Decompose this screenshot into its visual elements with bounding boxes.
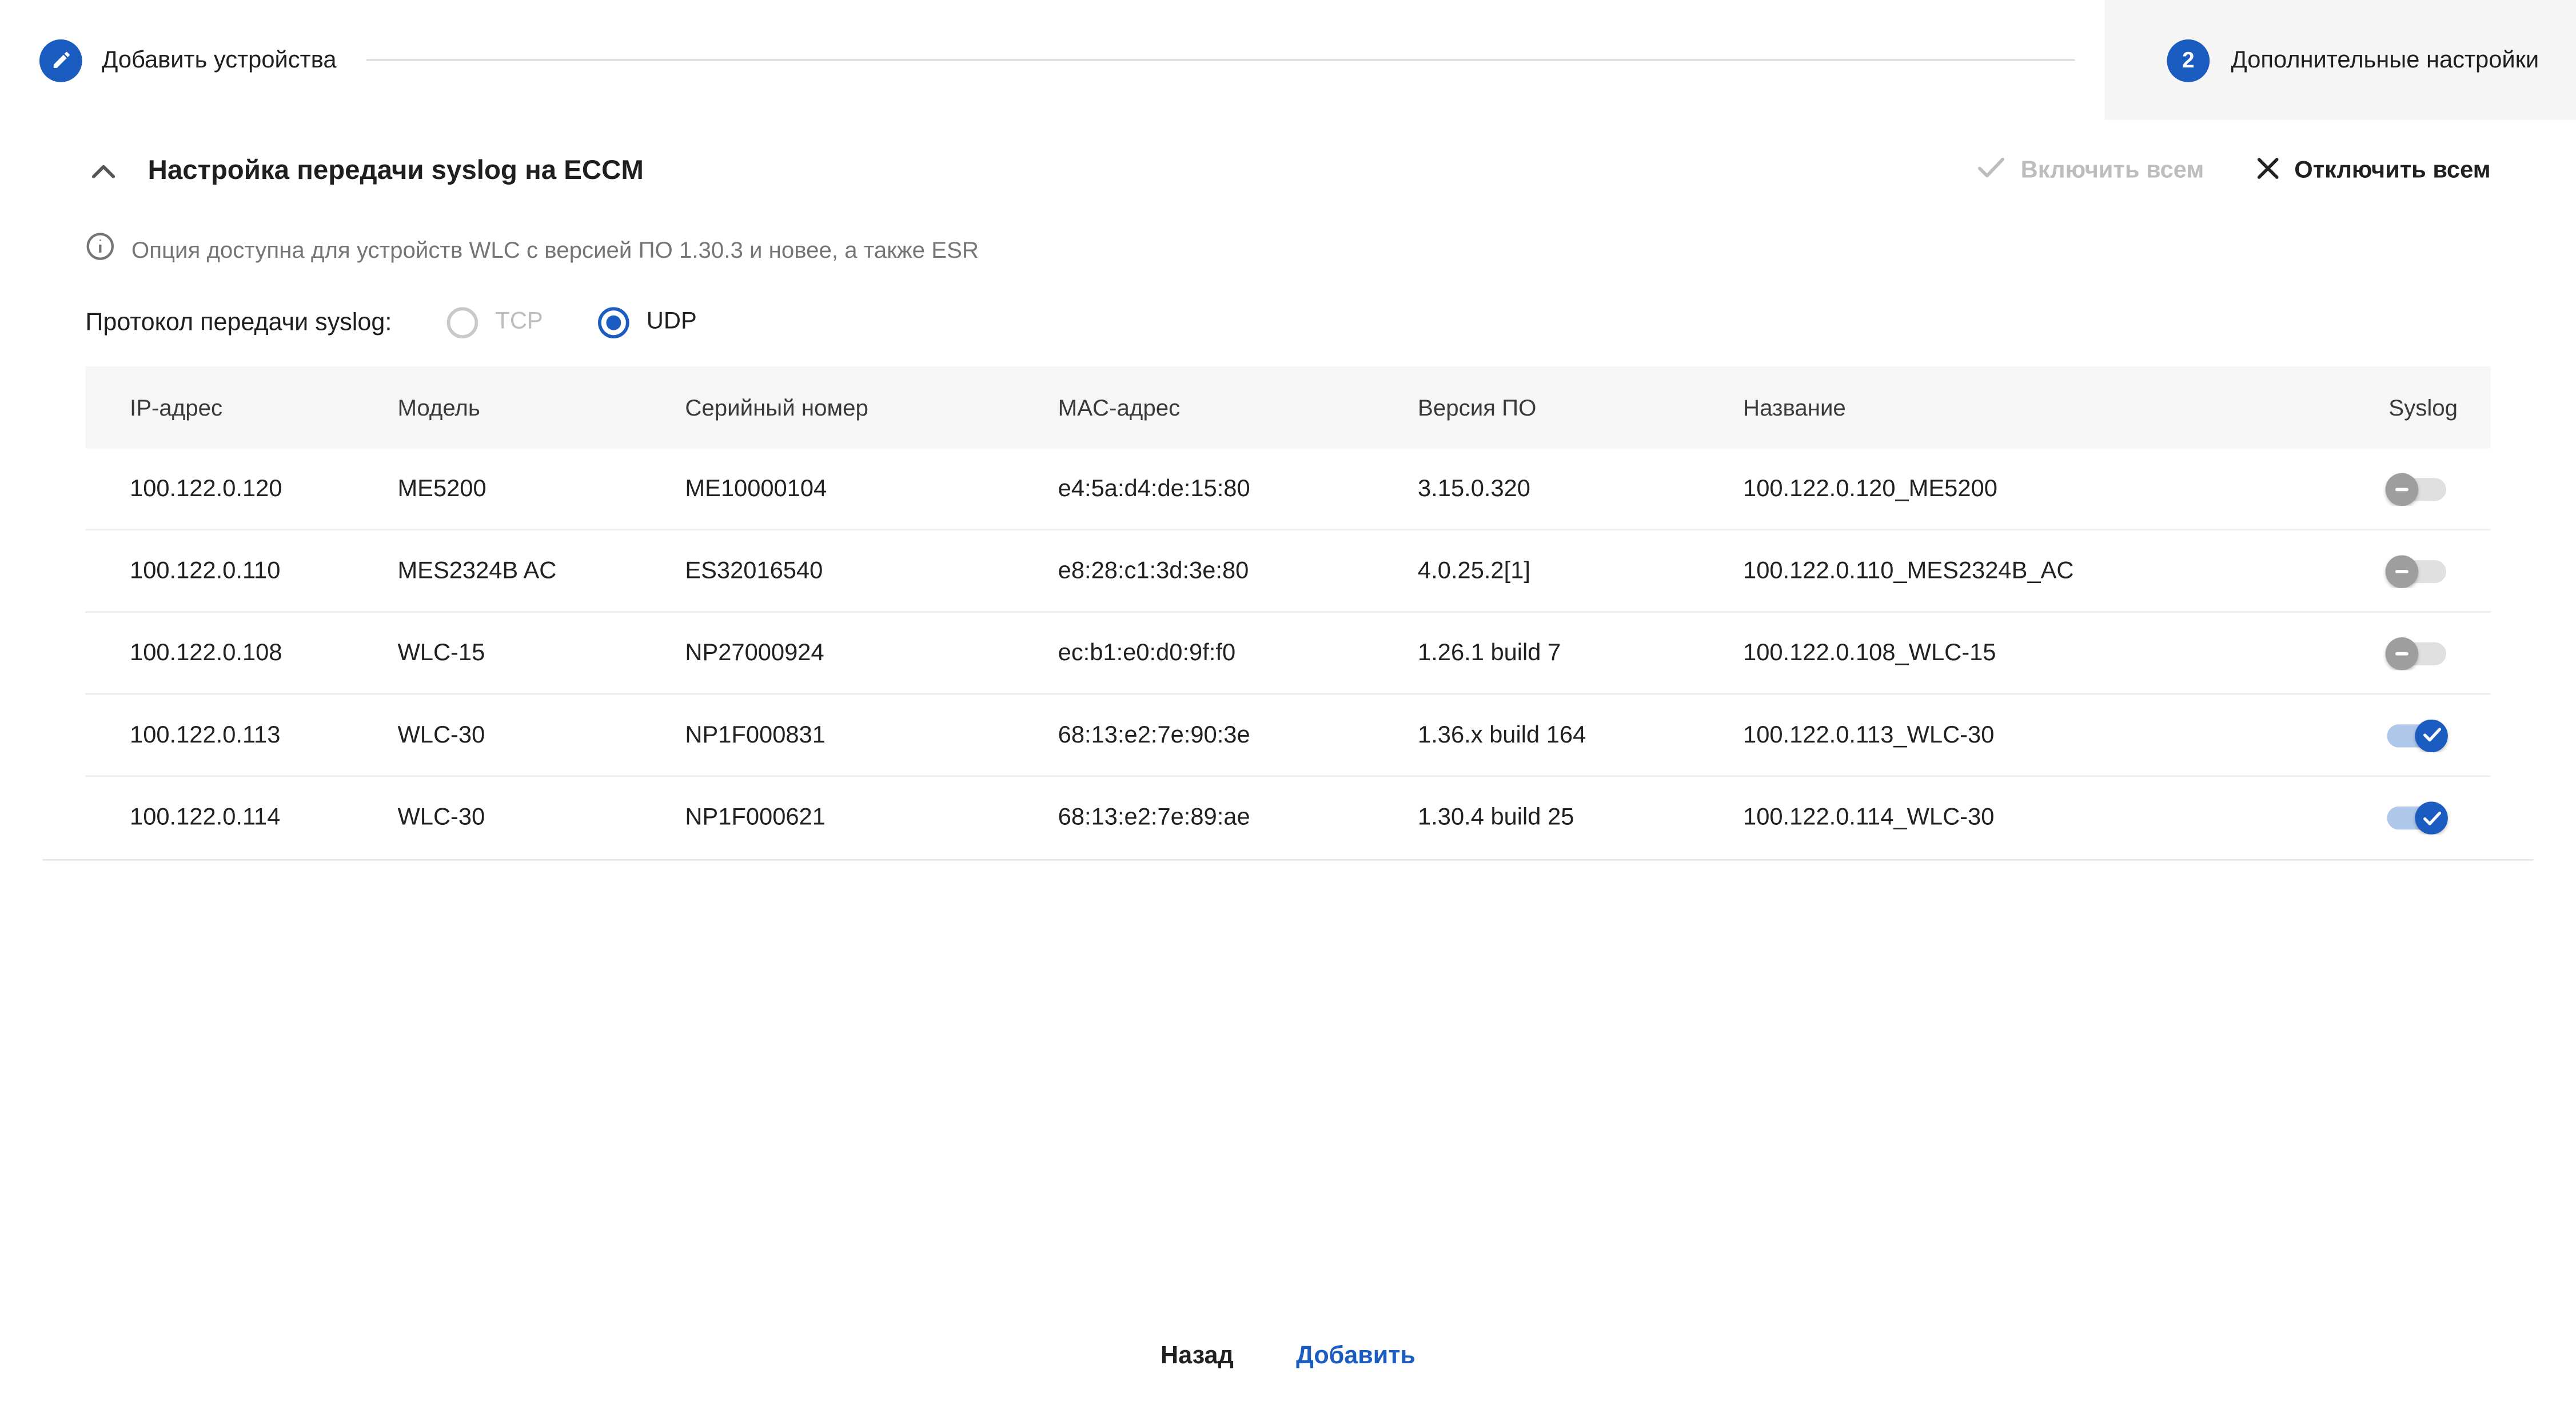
back-button[interactable]: Назад — [1161, 1342, 1234, 1370]
add-button[interactable]: Добавить — [1296, 1342, 1415, 1370]
devices-table: IP-адрес Модель Серийный номер MAC-адрес… — [85, 366, 2490, 859]
syslog-toggle[interactable] — [2386, 554, 2448, 587]
check-icon — [1978, 158, 2004, 184]
cell-serial: NP27000924 — [685, 640, 1058, 666]
section-divider — [43, 859, 2534, 861]
close-icon — [2256, 157, 2278, 185]
cell-model: WLC-15 — [397, 640, 685, 666]
header-fw: Версия ПО — [1418, 394, 1743, 421]
header-ip: IP-адрес — [85, 394, 397, 421]
table-row: 100.122.0.113 WLC-30 NP1F000831 68:13:e2… — [85, 695, 2490, 777]
radio-tcp-label: TCP — [495, 309, 543, 335]
cell-mac: ec:b1:e0:d0:9f:f0 — [1058, 640, 1418, 666]
cell-model: WLC-30 — [397, 722, 685, 748]
pencil-icon — [39, 39, 82, 82]
table-row: 100.122.0.120 ME5200 ME10000104 e4:5a:d4… — [85, 449, 2490, 531]
wizard-stepper: Добавить устройства 2 Дополнительные нас… — [0, 0, 2576, 120]
cell-ip: 100.122.0.108 — [85, 640, 397, 666]
enable-all-label: Включить всем — [2021, 158, 2204, 184]
cell-fw: 3.15.0.320 — [1418, 476, 1743, 502]
syslog-toggle[interactable] — [2386, 637, 2448, 669]
cell-mac: e8:28:c1:3d:3e:80 — [1058, 558, 1418, 584]
table-row: 100.122.0.110 MES2324B AC ES32016540 e8:… — [85, 530, 2490, 613]
syslog-toggle[interactable] — [2386, 472, 2448, 505]
cell-serial: NP1F000831 — [685, 722, 1058, 748]
wizard-footer: Назад Добавить — [0, 1342, 2576, 1370]
enable-all-button[interactable]: Включить всем — [1978, 158, 2204, 184]
section-title: Настройка передачи syslog на ECCM — [148, 155, 644, 187]
cell-name: 100.122.0.113_WLC-30 — [1743, 722, 2346, 748]
radio-udp[interactable]: UDP — [599, 306, 696, 338]
cell-serial: NP1F000621 — [685, 805, 1058, 831]
cell-model: ME5200 — [397, 476, 685, 502]
syslog-toggle[interactable] — [2386, 719, 2448, 751]
header-name: Название — [1743, 394, 2346, 421]
header-syslog: Syslog — [2346, 394, 2491, 421]
radio-udp-label: UDP — [647, 309, 697, 335]
cell-fw: 1.26.1 build 7 — [1418, 640, 1743, 666]
cell-fw: 1.36.x build 164 — [1418, 722, 1743, 748]
info-text: Опция доступна для устройств WLC с верси… — [131, 236, 979, 262]
header-serial: Серийный номер — [685, 394, 1058, 421]
step2-number-badge: 2 — [2167, 39, 2210, 82]
cell-fw: 4.0.25.2[1] — [1418, 558, 1743, 584]
radio-circle-tcp — [448, 306, 479, 338]
cell-name: 100.122.0.110_MES2324B_AC — [1743, 558, 2346, 584]
disable-all-label: Отключить всем — [2294, 158, 2490, 184]
cell-name: 100.122.0.108_WLC-15 — [1743, 640, 2346, 666]
collapse-chevron-up-icon[interactable] — [85, 157, 121, 185]
cell-mac: 68:13:e2:7e:90:3e — [1058, 722, 1418, 748]
cell-model: MES2324B AC — [397, 558, 685, 584]
header-mac: MAC-адрес — [1058, 394, 1418, 421]
cell-ip: 100.122.0.120 — [85, 476, 397, 502]
cell-mac: e4:5a:d4:de:15:80 — [1058, 476, 1418, 502]
step1-label: Добавить устройства — [102, 47, 336, 73]
step-add-devices[interactable]: Добавить устройства — [39, 39, 337, 82]
disable-all-button[interactable]: Отключить всем — [2256, 157, 2490, 185]
syslog-toggle[interactable] — [2386, 801, 2448, 834]
syslog-settings-section: Настройка передачи syslog на ECCM Включи… — [0, 146, 2576, 861]
cell-name: 100.122.0.114_WLC-30 — [1743, 805, 2346, 831]
cell-mac: 68:13:e2:7e:89:ae — [1058, 805, 1418, 831]
table-row: 100.122.0.108 WLC-15 NP27000924 ec:b1:e0… — [85, 613, 2490, 695]
cell-model: WLC-30 — [397, 805, 685, 831]
header-model: Модель — [397, 394, 685, 421]
cell-serial: ES32016540 — [685, 558, 1058, 584]
cell-ip: 100.122.0.113 — [85, 722, 397, 748]
step-additional-settings[interactable]: 2 Дополнительные настройки — [2104, 0, 2576, 120]
stepper-connector — [366, 59, 2075, 61]
radio-tcp[interactable]: TCP — [448, 306, 543, 338]
radio-circle-udp — [599, 306, 630, 338]
cell-ip: 100.122.0.110 — [85, 558, 397, 584]
cell-fw: 1.30.4 build 25 — [1418, 805, 1743, 831]
protocol-label: Протокол передачи syslog: — [85, 308, 392, 336]
step2-label: Дополнительные настройки — [2231, 47, 2539, 73]
app-window: Добавить устройства 2 Дополнительные нас… — [0, 0, 2576, 1413]
table-row: 100.122.0.114 WLC-30 NP1F000621 68:13:e2… — [85, 777, 2490, 859]
cell-serial: ME10000104 — [685, 476, 1058, 502]
cell-name: 100.122.0.120_ME5200 — [1743, 476, 2346, 502]
table-header-row: IP-адрес Модель Серийный номер MAC-адрес… — [85, 366, 2490, 449]
info-icon — [85, 231, 115, 266]
cell-ip: 100.122.0.114 — [85, 805, 397, 831]
